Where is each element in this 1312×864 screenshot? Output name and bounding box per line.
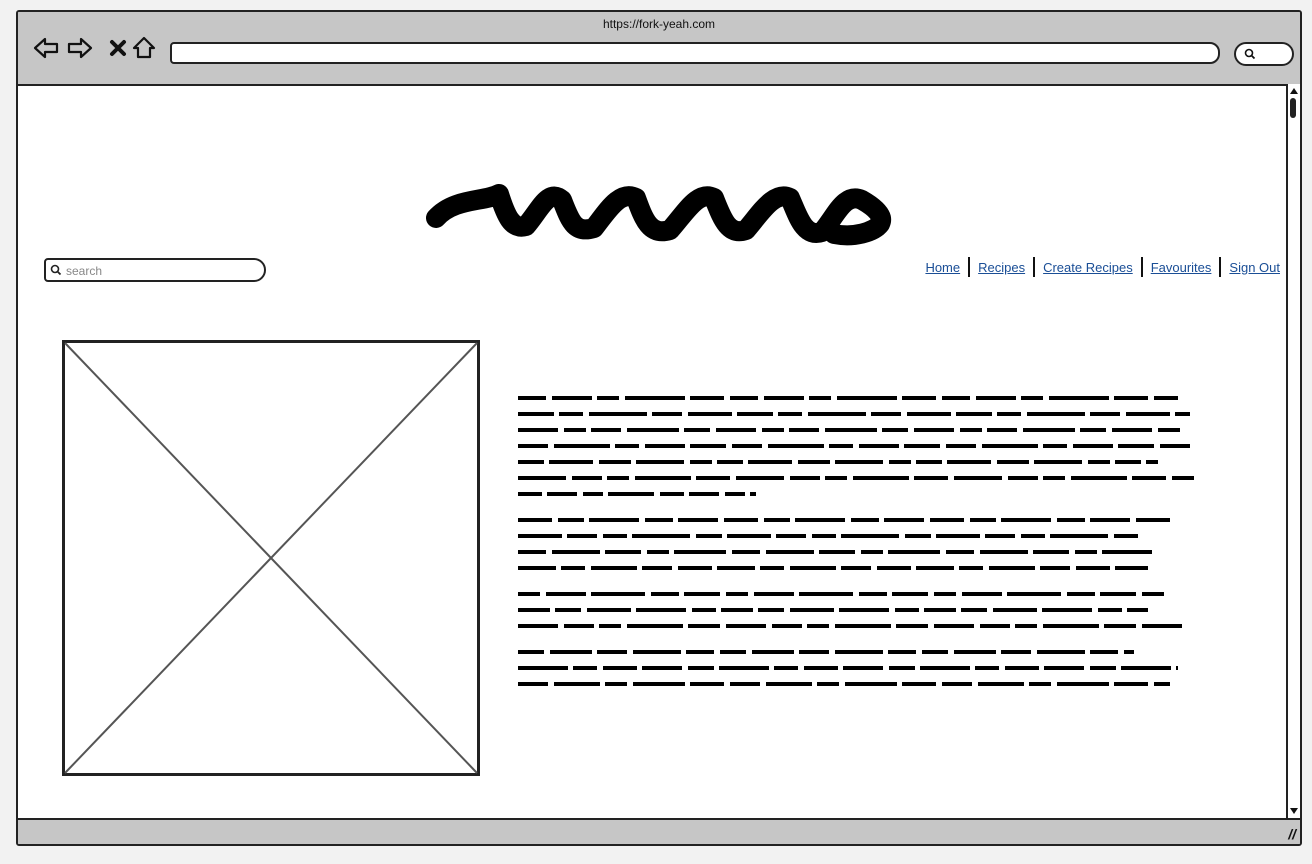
home-icon[interactable] bbox=[130, 34, 158, 62]
redacted-text-line bbox=[518, 460, 1158, 464]
text-paragraph bbox=[516, 644, 1196, 692]
redacted-text-line bbox=[518, 534, 1138, 538]
nav-link-create-recipes[interactable]: Create Recipes bbox=[1035, 260, 1141, 275]
redacted-text-line bbox=[518, 412, 1190, 416]
stop-icon[interactable] bbox=[104, 34, 132, 62]
browser-url: https://fork-yeah.com bbox=[602, 17, 716, 31]
forward-icon[interactable] bbox=[66, 34, 94, 62]
redacted-text-line bbox=[518, 476, 1194, 480]
address-bar[interactable] bbox=[170, 42, 1220, 64]
redacted-text-line bbox=[518, 428, 1184, 432]
search-icon bbox=[50, 264, 62, 276]
redacted-text-line bbox=[518, 666, 1178, 670]
search-icon bbox=[1244, 48, 1256, 60]
scroll-down-icon[interactable] bbox=[1289, 806, 1299, 816]
nav-link-favourites[interactable]: Favourites bbox=[1143, 260, 1220, 275]
redacted-text-line bbox=[518, 550, 1152, 554]
nav-link-sign-out[interactable]: Sign Out bbox=[1221, 260, 1280, 275]
nav-link-recipes[interactable]: Recipes bbox=[970, 260, 1033, 275]
image-placeholder bbox=[62, 340, 480, 776]
redacted-text-line bbox=[518, 566, 1148, 570]
text-paragraph bbox=[516, 512, 1196, 576]
recipe-description bbox=[516, 390, 1196, 702]
redacted-text-line bbox=[518, 518, 1174, 522]
redacted-text-line bbox=[518, 592, 1168, 596]
redacted-text-line bbox=[518, 682, 1170, 686]
browser-toolbar: https://fork-yeah.com bbox=[18, 12, 1300, 86]
search-box[interactable] bbox=[44, 258, 266, 282]
scrollbar-thumb[interactable] bbox=[1290, 98, 1296, 118]
redacted-text-line bbox=[518, 650, 1134, 654]
site-logo bbox=[426, 184, 891, 246]
text-paragraph bbox=[516, 586, 1196, 634]
status-bar: // bbox=[18, 818, 1300, 844]
vertical-scrollbar[interactable] bbox=[1286, 84, 1300, 818]
resize-grip-icon[interactable]: // bbox=[1288, 826, 1296, 842]
scroll-up-icon[interactable] bbox=[1289, 86, 1299, 96]
redacted-text-line bbox=[518, 492, 756, 496]
redacted-text-line bbox=[518, 608, 1148, 612]
nav-link-home[interactable]: Home bbox=[917, 260, 968, 275]
redacted-text-line bbox=[518, 624, 1188, 628]
top-nav: Home Recipes Create Recipes Favourites S… bbox=[917, 256, 1280, 278]
redacted-text-line bbox=[518, 444, 1190, 448]
search-input[interactable] bbox=[64, 262, 258, 280]
back-icon[interactable] bbox=[32, 34, 60, 62]
browser-search-button[interactable] bbox=[1234, 42, 1294, 66]
browser-window: https://fork-yeah.com Home Recipes Creat… bbox=[16, 10, 1302, 846]
redacted-text-line bbox=[518, 396, 1178, 400]
text-paragraph bbox=[516, 390, 1196, 502]
